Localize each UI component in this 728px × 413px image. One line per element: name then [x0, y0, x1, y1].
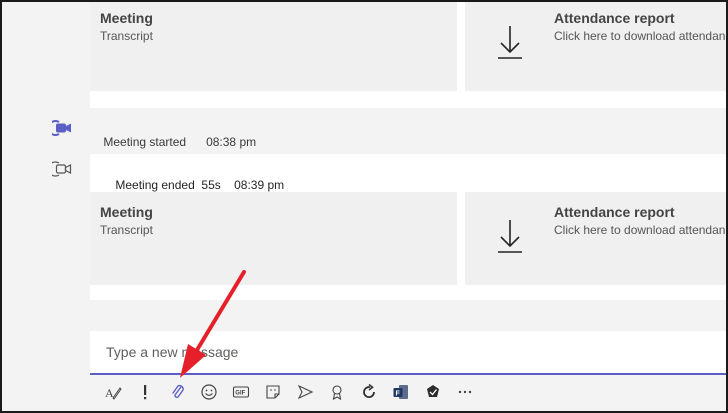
compose-toolbar: A GIF F [96, 380, 496, 404]
download-icon [498, 220, 522, 253]
gif-icon: GIF [232, 386, 250, 398]
compose-box [90, 331, 728, 375]
forms-icon: F [393, 385, 408, 399]
video-camera-outline-icon [52, 161, 72, 177]
tile-subtitle: Transcript [100, 29, 153, 43]
attendance-report-tile-bottom[interactable]: Attendance report Click here to download… [465, 192, 728, 285]
svg-text:GIF: GIF [235, 391, 245, 397]
approvals-icon [427, 385, 439, 397]
approvals-button[interactable] [420, 380, 446, 404]
tile-title: Meeting [100, 204, 153, 220]
loop-icon [363, 383, 375, 398]
meeting-ended-time: 08:39 pm [234, 178, 285, 192]
emoji-icon [201, 384, 217, 400]
praise-button[interactable] [324, 380, 350, 404]
meeting-card-bottom: Meeting ended 55s 08:39 pm Meeting Trans… [90, 154, 728, 300]
format-button[interactable]: A [100, 380, 126, 404]
meet-now-icon [297, 384, 314, 400]
meet-now-button[interactable] [292, 380, 318, 404]
format-icon: A [105, 386, 122, 400]
meeting-transcript-tile-top[interactable]: Meeting Transcript [90, 0, 457, 91]
tile-subtitle: Click here to download attendance [554, 223, 728, 237]
svg-text:F: F [396, 390, 401, 397]
important-icon [144, 385, 147, 400]
tile-subtitle: Click here to download attendance [554, 29, 728, 43]
tile-title: Attendance report [554, 204, 675, 220]
more-icon [458, 390, 472, 394]
meeting-transcript-tile-bottom[interactable]: Meeting Transcript [90, 192, 457, 285]
tile-title: Attendance report [554, 10, 675, 26]
important-button[interactable] [132, 380, 158, 404]
sticker-icon [266, 385, 280, 399]
tile-title: Meeting [100, 10, 153, 26]
meeting-duration: 55s [201, 178, 221, 192]
attach-button[interactable] [165, 380, 191, 404]
event-time: 08:38 pm [206, 135, 257, 149]
attendance-report-tile-top[interactable]: Attendance report Click here to download… [465, 0, 728, 91]
event-text: Meeting started [103, 135, 187, 149]
sticker-button[interactable] [260, 380, 286, 404]
emoji-button[interactable] [196, 380, 222, 404]
download-icon [498, 26, 522, 59]
meeting-started-event: Meeting started 08:38 pm [52, 120, 256, 163]
meeting-ended-text: Meeting ended [115, 178, 195, 192]
gif-button[interactable]: GIF [228, 380, 254, 404]
tile-subtitle: Transcript [100, 223, 153, 237]
praise-icon [332, 385, 342, 401]
attach-icon [172, 384, 184, 398]
forms-button[interactable]: F [388, 380, 414, 404]
more-options-button[interactable] [452, 380, 478, 404]
video-camera-icon [52, 120, 71, 136]
loop-button[interactable] [356, 380, 382, 404]
meeting-card-top: Meeting Transcript Attendance report Cli… [90, 0, 728, 108]
message-input[interactable] [104, 343, 608, 361]
